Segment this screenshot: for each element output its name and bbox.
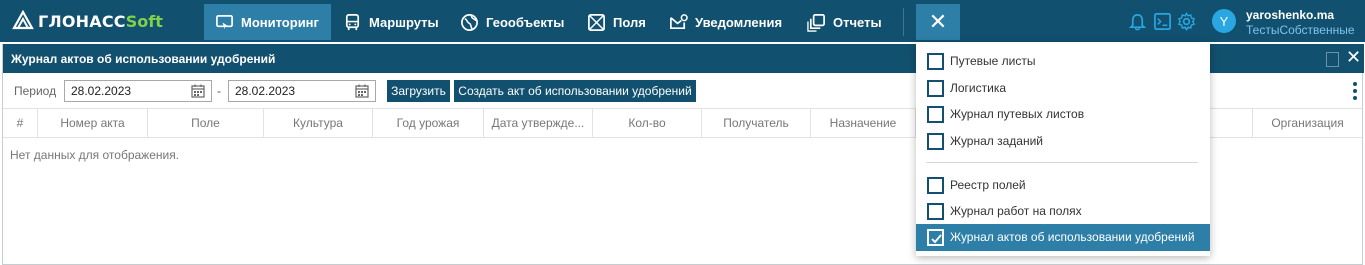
terminal-icon[interactable]: [1153, 12, 1172, 31]
nav-monitoring[interactable]: Мониторинг: [204, 4, 331, 40]
column-field[interactable]: Поле: [148, 109, 264, 138]
close-icon: ✕: [928, 9, 948, 34]
bell-icon[interactable]: [1128, 12, 1147, 31]
nav-reports[interactable]: Отчеты: [796, 4, 896, 40]
modules-dropdown-menu: Путевые листы Логистика Журнал путевых л…: [916, 42, 1210, 256]
column-number[interactable]: #: [3, 109, 38, 138]
calendar-icon[interactable]: [191, 84, 205, 98]
bus-icon: [345, 13, 360, 30]
avatar[interactable]: Y: [1212, 9, 1236, 33]
logo-text: ГЛОНАСС: [38, 11, 126, 31]
date-separator: -: [217, 84, 221, 98]
menu-item-waybill-journal[interactable]: Журнал путевых листов: [916, 101, 1210, 128]
column-recipient[interactable]: Получатель: [702, 109, 811, 138]
notification-icon: [670, 13, 688, 29]
nav-geoobjects[interactable]: Геообъекты: [449, 4, 574, 40]
load-button[interactable]: Загрузить: [387, 80, 450, 102]
period-label: Период: [14, 84, 57, 98]
logo[interactable]: ГЛОНАСС Soft: [12, 10, 163, 32]
column-act-number[interactable]: Номер акта: [38, 109, 148, 138]
logo-mark-icon: [12, 10, 34, 30]
menu-item-label: Журнал заданий: [950, 134, 1044, 148]
menu-divider: [926, 162, 1198, 163]
menu-item-label: Реестр полей: [950, 178, 1026, 192]
globe-icon: [461, 13, 478, 31]
column-quantity[interactable]: Кол-во: [593, 109, 702, 138]
nav-routes-label: Маршруты: [369, 14, 439, 30]
nav-divider: [903, 8, 904, 36]
date-to-field[interactable]: 28.02.2023: [228, 80, 376, 102]
monitor-icon: [216, 14, 233, 29]
top-navigation-bar: ГЛОНАСС Soft Мониторинг Маршруты Геообъек…: [0, 0, 1365, 42]
checkbox-icon[interactable]: [927, 203, 944, 220]
checkbox-checked-icon[interactable]: [927, 229, 944, 246]
checkbox-icon[interactable]: [927, 177, 944, 194]
menu-item-task-journal[interactable]: Журнал заданий: [916, 128, 1210, 155]
column-crop[interactable]: Культура: [264, 109, 373, 138]
column-approval-date[interactable]: Дата утвержде...: [484, 109, 593, 138]
menu-item-waybills[interactable]: Путевые листы: [916, 48, 1210, 75]
menu-item-label: Журнал актов об использовании удобрений: [950, 230, 1195, 244]
menu-item-field-work-journal[interactable]: Журнал работ на полях: [916, 198, 1210, 225]
menu-item-logistics[interactable]: Логистика: [916, 75, 1210, 102]
panel-close-button[interactable]: ✕: [1346, 47, 1361, 68]
create-act-button[interactable]: Создать акт об использовании удобрений: [454, 80, 696, 102]
field-icon: [588, 13, 605, 31]
calendar-icon[interactable]: [355, 84, 369, 98]
column-harvest-year[interactable]: Год урожая: [373, 109, 484, 138]
checkbox-icon[interactable]: [927, 133, 944, 150]
checkbox-icon[interactable]: [927, 106, 944, 123]
more-options-icon[interactable]: [1353, 82, 1357, 100]
empty-table-message: Нет данных для отображения.: [10, 148, 180, 162]
menu-item-label: Путевые листы: [950, 54, 1036, 68]
menu-item-label: Журнал работ на полях: [950, 204, 1082, 218]
user-organization: ТестыСобственные: [1246, 23, 1355, 37]
checkbox-icon[interactable]: [927, 80, 944, 97]
export-icon[interactable]: [1326, 52, 1339, 67]
nav-routes[interactable]: Маршруты: [332, 4, 445, 40]
nav-fields[interactable]: Поля: [576, 4, 658, 40]
nav-notifications[interactable]: Уведомления: [658, 4, 796, 40]
nav-monitoring-label: Мониторинг: [241, 14, 319, 30]
checkbox-icon[interactable]: [927, 53, 944, 70]
date-from-field[interactable]: 28.02.2023: [64, 80, 212, 102]
column-purpose[interactable]: Назначение: [811, 109, 916, 138]
column-organization[interactable]: Организация: [1253, 109, 1362, 138]
date-from-value: 28.02.2023: [71, 84, 132, 98]
nav-fields-label: Поля: [613, 14, 646, 30]
menu-item-fertilizer-act-journal[interactable]: Журнал актов об использовании удобрений: [916, 224, 1210, 251]
nav-notifications-label: Уведомления: [695, 14, 783, 30]
menu-item-label: Логистика: [950, 81, 1007, 95]
reports-icon: [807, 13, 825, 32]
gear-icon[interactable]: [1177, 12, 1196, 31]
user-name[interactable]: yaroshenko.ma: [1246, 8, 1334, 22]
nav-reports-label: Отчеты: [833, 14, 882, 30]
menu-item-label: Журнал путевых листов: [950, 107, 1085, 121]
panel-title: Журнал актов об использовании удобрений: [11, 52, 276, 66]
date-to-value: 28.02.2023: [235, 84, 296, 98]
menu-item-field-registry[interactable]: Реестр полей: [916, 172, 1210, 199]
close-menu-button[interactable]: ✕: [916, 4, 960, 40]
logo-accent-text: Soft: [125, 11, 163, 31]
nav-geoobjects-label: Геообъекты: [486, 14, 565, 30]
